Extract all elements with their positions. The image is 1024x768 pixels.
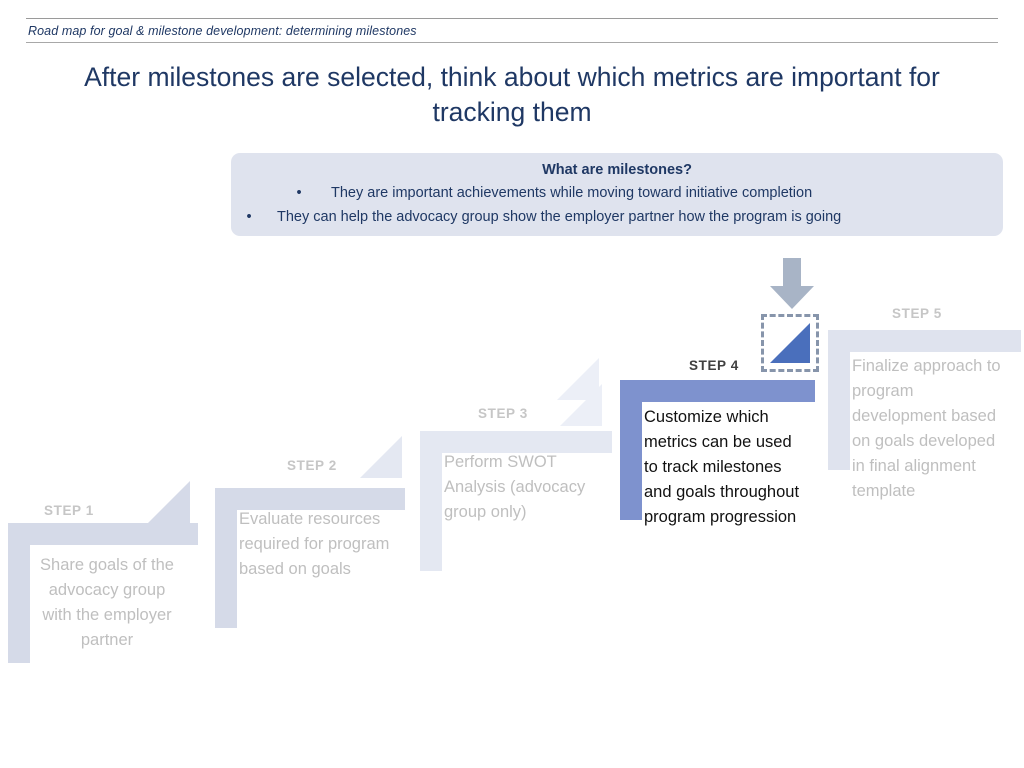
callout-bullet-1: • They are important achievements while … (231, 181, 1003, 205)
step-5[interactable]: STEP 5 Finalize approach to program deve… (820, 298, 1024, 578)
step-2-triangle-icon (360, 436, 402, 478)
step-4-text: Customize which metrics can be used to t… (644, 408, 800, 526)
step-2-label: STEP 2 (287, 458, 337, 473)
page-title: After milestones are selected, think abo… (84, 62, 940, 127)
down-arrow-icon (769, 258, 815, 310)
step-2-text: Evaluate resources required for program … (239, 510, 390, 578)
bullet-icon: • (296, 185, 302, 201)
step-5-top-bar (828, 330, 1021, 352)
callout-bullet-2-text: They can help the advocacy group show th… (277, 209, 842, 225)
step-1-text: Share goals of the advocacy group with t… (40, 556, 174, 649)
step-1-side-bar (8, 523, 30, 663)
step-4-triangle-icon (557, 358, 599, 400)
step-3[interactable]: STEP 3 Perform SWOT Analysis (advocacy g… (410, 384, 622, 613)
step-2[interactable]: STEP 2 Evaluate resources required for p… (205, 436, 415, 660)
step-2-side-bar (215, 488, 237, 628)
step-1-triangle-icon (148, 481, 190, 523)
step-4[interactable]: STEP 4 Customize which metrics can be us… (557, 350, 830, 620)
callout-bullet-2: • They can help the advocacy group show … (231, 205, 1003, 229)
callout-bullet-1-text: They are important achievements while mo… (331, 185, 813, 201)
bullet-spacer (305, 181, 331, 205)
breadcrumb: Road map for goal & milestone developmen… (28, 24, 417, 38)
step-4-label: STEP 4 (689, 358, 739, 373)
bullet-spacer (255, 205, 277, 229)
callout-heading: What are milestones? (542, 162, 692, 178)
callout-box: What are milestones? • They are importan… (231, 153, 1003, 236)
step-4-side-bar (620, 380, 642, 520)
header-rule-bottom (26, 42, 998, 43)
step-5-text: Finalize approach to program development… (852, 357, 1001, 500)
slide-header: Road map for goal & milestone developmen… (26, 18, 998, 43)
step-5-side-bar (828, 330, 850, 470)
step-5-label: STEP 5 (892, 306, 942, 321)
step-1[interactable]: STEP 1 Share goals of the advocacy group… (0, 481, 210, 705)
step-1-top-bar (8, 523, 198, 545)
step-4-top-bar (620, 380, 815, 402)
step-3-text: Perform SWOT Analysis (advocacy group on… (444, 453, 586, 521)
step-1-label: STEP 1 (44, 503, 94, 518)
step-3-side-bar (420, 431, 442, 571)
bullet-icon: • (246, 209, 252, 225)
step-3-label: STEP 3 (478, 406, 528, 421)
